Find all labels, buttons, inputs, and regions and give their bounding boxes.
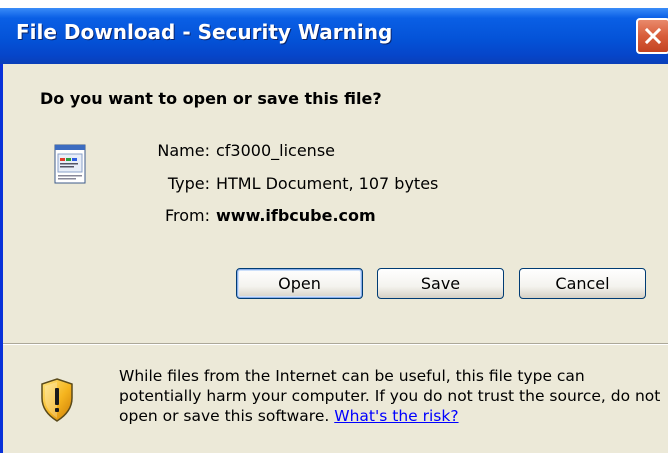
close-button[interactable] <box>636 18 668 54</box>
section-divider-highlight <box>3 344 668 345</box>
whats-the-risk-link[interactable]: What's the risk? <box>334 407 458 425</box>
type-value: HTML Document, 107 bytes <box>216 174 439 193</box>
save-button[interactable]: Save <box>377 268 504 299</box>
name-value: cf3000_license <box>216 141 335 160</box>
window-title: File Download - Security Warning <box>16 20 393 44</box>
open-button[interactable]: Open <box>236 268 363 299</box>
warning-line-3: open or save this software. What's the r… <box>119 406 668 426</box>
html-document-icon <box>54 144 86 184</box>
title-bar[interactable]: File Download - Security Warning <box>0 8 668 64</box>
warning-line-1: While files from the Internet can be use… <box>119 367 585 385</box>
warning-line-2: potentially harm your computer. If you d… <box>119 387 661 405</box>
name-label: Name: <box>157 141 210 160</box>
from-value: www.ifbcube.com <box>216 206 376 225</box>
warning-line-3-text: open or save this software. <box>119 407 330 425</box>
cancel-button[interactable]: Cancel <box>519 268 646 299</box>
close-icon <box>644 27 662 45</box>
security-shield-icon <box>41 378 73 422</box>
security-warning-dialog: File Download - Security Warning Do you … <box>0 8 668 453</box>
top-background-strip <box>0 0 668 8</box>
security-warning-text: While files from the Internet can be use… <box>119 366 668 426</box>
from-label: From: <box>164 206 210 225</box>
type-label: Type: <box>167 174 210 193</box>
dialog-question: Do you want to open or save this file? <box>40 89 382 108</box>
